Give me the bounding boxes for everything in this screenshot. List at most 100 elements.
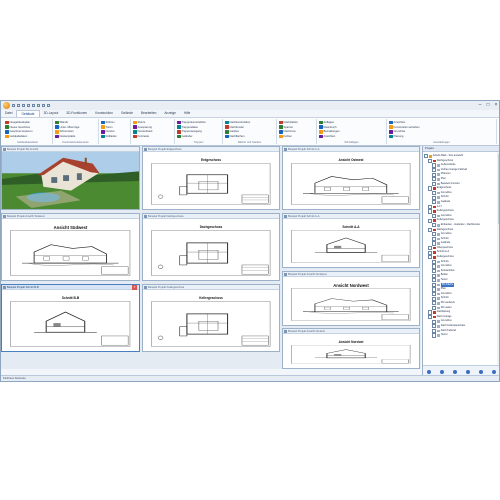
visibility-checkbox[interactable] bbox=[432, 213, 437, 219]
ribbon-button[interactable]: Geländer bbox=[177, 134, 220, 139]
visibility-checkbox[interactable] bbox=[432, 296, 437, 301]
visibility-checkbox[interactable] bbox=[432, 333, 437, 338]
ribbon-button[interactable]: Gauben bbox=[225, 130, 274, 135]
ribbon-button[interactable]: Schornstein bbox=[55, 130, 96, 135]
print-icon[interactable] bbox=[27, 104, 30, 107]
ribbon-button[interactable]: Ansichten bbox=[319, 134, 384, 139]
visibility-checkbox[interactable] bbox=[432, 223, 437, 228]
maximize-icon[interactable]: □ bbox=[485, 103, 491, 108]
visibility-checkbox[interactable] bbox=[432, 292, 437, 297]
ribbon-button[interactable]: Kehlen bbox=[279, 134, 314, 139]
menu-tab[interactable]: 3D-Funktionen bbox=[62, 110, 91, 117]
ribbon-button[interactable]: Dachfenster bbox=[225, 125, 274, 130]
pointer-icon[interactable] bbox=[42, 104, 45, 107]
close-icon[interactable]: × bbox=[132, 285, 137, 290]
info-icon[interactable] bbox=[491, 369, 496, 374]
document-window[interactable]: Beispiel Projekt Schnitt A-A Schnitt A-A bbox=[282, 213, 420, 268]
close-icon[interactable]: × bbox=[493, 103, 499, 108]
visibility-checkbox[interactable] bbox=[428, 218, 433, 223]
document-window[interactable]: Beispiel Projekt Ansicht Nordwest Ansicht… bbox=[282, 271, 420, 326]
visibility-checkbox[interactable] bbox=[432, 259, 437, 265]
visibility-checkbox[interactable] bbox=[432, 181, 437, 186]
ribbon-button[interactable]: Dachplatten bbox=[279, 120, 314, 125]
ribbon-button[interactable]: Aussparung bbox=[133, 125, 172, 130]
visibility-checkbox[interactable] bbox=[432, 177, 437, 182]
ribbon-button[interactable]: Neugebäudeplan bbox=[5, 120, 50, 125]
ribbon-button[interactable]: Treppendaten bbox=[177, 125, 220, 130]
ribbon-button[interactable]: Konstruktion anheben bbox=[389, 125, 494, 130]
visibility-checkbox[interactable] bbox=[428, 246, 433, 251]
ribbon-button[interactable]: Treppenkonstruktion bbox=[177, 120, 220, 125]
document-window[interactable]: Beispiel Projekt Ansicht Nordost Ansicht … bbox=[282, 328, 420, 369]
ribbon-button[interactable]: Grundriss bbox=[389, 130, 494, 135]
ribbon-button[interactable]: Stürze bbox=[133, 120, 172, 125]
new-icon[interactable] bbox=[12, 104, 15, 107]
ribbon-button[interactable]: Rollladen bbox=[101, 134, 128, 139]
document-window[interactable]: Beispiel Projekt 3D-Ansicht bbox=[1, 146, 140, 210]
app-logo-icon[interactable] bbox=[3, 102, 10, 109]
minimize-icon[interactable]: – bbox=[477, 103, 483, 108]
open-icon[interactable] bbox=[17, 104, 20, 107]
visibility-checkbox[interactable] bbox=[432, 195, 437, 200]
ribbon-button[interactable]: Dachkonstruktion bbox=[225, 120, 274, 125]
document-window[interactable]: Beispiel Projekt Schnitt B-B × Schnitt B-B bbox=[1, 284, 140, 352]
ribbon-button[interactable]: Dachflächen bbox=[225, 134, 274, 139]
visibility-checkbox[interactable] bbox=[428, 250, 433, 255]
document-window[interactable]: Beispiel Projekt Kellergeschoss Kellerges… bbox=[142, 284, 280, 352]
visibility-checkbox[interactable] bbox=[424, 154, 429, 159]
document-window[interactable]: Beispiel Projekt Erdgeschoss Erdgeschoss bbox=[142, 146, 280, 210]
ribbon-button[interactable]: Deckenplatte bbox=[55, 134, 96, 139]
layers-icon[interactable] bbox=[440, 369, 445, 374]
ribbon-button[interactable]: Neues Geschoss bbox=[5, 125, 50, 130]
visibility-checkbox[interactable] bbox=[432, 241, 437, 246]
ribbon-button[interactable]: Stützen bbox=[101, 120, 128, 125]
visibility-checkbox[interactable] bbox=[432, 232, 437, 237]
visibility-checkbox[interactable] bbox=[432, 264, 437, 269]
visibility-checkbox[interactable] bbox=[428, 227, 433, 232]
visibility-checkbox[interactable] bbox=[432, 200, 437, 205]
ribbon-button[interactable]: Sparren bbox=[279, 125, 314, 130]
save-icon[interactable] bbox=[22, 104, 25, 107]
visibility-checkbox[interactable] bbox=[428, 204, 433, 209]
ribbon-button[interactable]: Treppenausgang bbox=[177, 130, 220, 135]
ribbon-button[interactable]: Bemaßungen bbox=[319, 130, 384, 135]
camera-icon[interactable] bbox=[453, 369, 458, 374]
visibility-checkbox[interactable] bbox=[428, 209, 433, 214]
menu-tab[interactable]: Konstruktion bbox=[91, 110, 117, 117]
visibility-checkbox[interactable] bbox=[432, 319, 437, 324]
zoom-icon[interactable] bbox=[47, 104, 50, 107]
settings-icon[interactable] bbox=[465, 369, 470, 374]
visibility-checkbox[interactable] bbox=[432, 328, 437, 333]
ribbon-button[interactable]: Auflagen bbox=[319, 120, 384, 125]
visibility-checkbox[interactable] bbox=[432, 273, 437, 278]
document-window[interactable]: Beispiel Projekt Schnitt A-A Ansicht Ostw… bbox=[282, 146, 420, 210]
ribbon-button[interactable]: Raumbuch bbox=[319, 125, 384, 130]
visibility-checkbox[interactable] bbox=[432, 172, 437, 177]
menu-tab[interactable]: Anzeige bbox=[160, 110, 180, 117]
ribbon-button[interactable]: Kontraste bbox=[133, 134, 172, 139]
visibility-checkbox[interactable] bbox=[428, 186, 433, 191]
tree-item[interactable]: Textur bbox=[424, 333, 496, 338]
undo-icon[interactable] bbox=[32, 104, 35, 107]
document-window[interactable]: Beispiel Projekt Dachgeschoss Dachgeschos… bbox=[142, 213, 280, 281]
ribbon-button[interactable]: Fensterbank bbox=[133, 130, 172, 135]
ribbon-button[interactable]: Fenster bbox=[101, 130, 128, 135]
visibility-checkbox[interactable] bbox=[432, 167, 437, 173]
visibility-checkbox[interactable] bbox=[432, 269, 437, 274]
visibility-checkbox[interactable] bbox=[432, 163, 437, 168]
visibility-checkbox[interactable] bbox=[432, 324, 437, 329]
ribbon-button[interactable]: Unter-/Überzüge bbox=[55, 125, 96, 130]
menu-tab[interactable]: Gelände bbox=[117, 110, 137, 117]
visibility-checkbox[interactable] bbox=[432, 278, 437, 283]
menu-tab[interactable]: Datei bbox=[1, 110, 16, 117]
visibility-checkbox[interactable] bbox=[428, 314, 433, 320]
visibility-checkbox[interactable] bbox=[432, 305, 437, 310]
visibility-checkbox[interactable] bbox=[432, 301, 437, 306]
visibility-checkbox[interactable] bbox=[432, 282, 437, 288]
ribbon-button[interactable]: Planung bbox=[389, 134, 494, 139]
ribbon-button[interactable]: Ansichten bbox=[389, 120, 494, 125]
visibility-checkbox[interactable] bbox=[428, 310, 433, 315]
menu-tab[interactable]: Gebäude bbox=[16, 110, 40, 117]
ribbon-button[interactable]: Gebäudedaten bbox=[5, 134, 50, 139]
menu-tab[interactable]: Bearbeiten bbox=[137, 110, 160, 117]
